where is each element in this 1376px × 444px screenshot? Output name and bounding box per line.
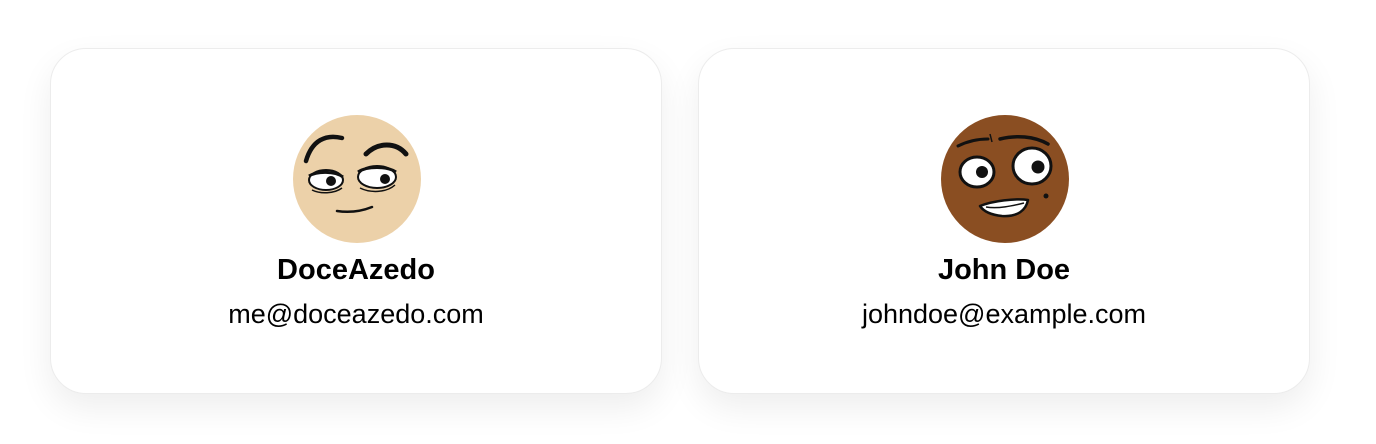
user-email: johndoe@example.com	[861, 299, 1147, 329]
avatar	[940, 114, 1070, 244]
user-name: DoceAzedo	[277, 254, 435, 286]
user-name: John Doe	[937, 254, 1071, 286]
sleepy-face-avatar-icon	[293, 115, 421, 243]
nervous-face-avatar-icon	[941, 115, 1069, 243]
user-email: me@doceazedo.com	[228, 299, 484, 329]
user-card[interactable]: John Doe johndoe@example.com	[698, 48, 1310, 394]
avatar	[292, 114, 422, 244]
user-card[interactable]: DoceAzedo me@doceazedo.com	[50, 48, 662, 394]
user-card-list: DoceAzedo me@doceazedo.com John Doe john…	[0, 0, 1376, 444]
